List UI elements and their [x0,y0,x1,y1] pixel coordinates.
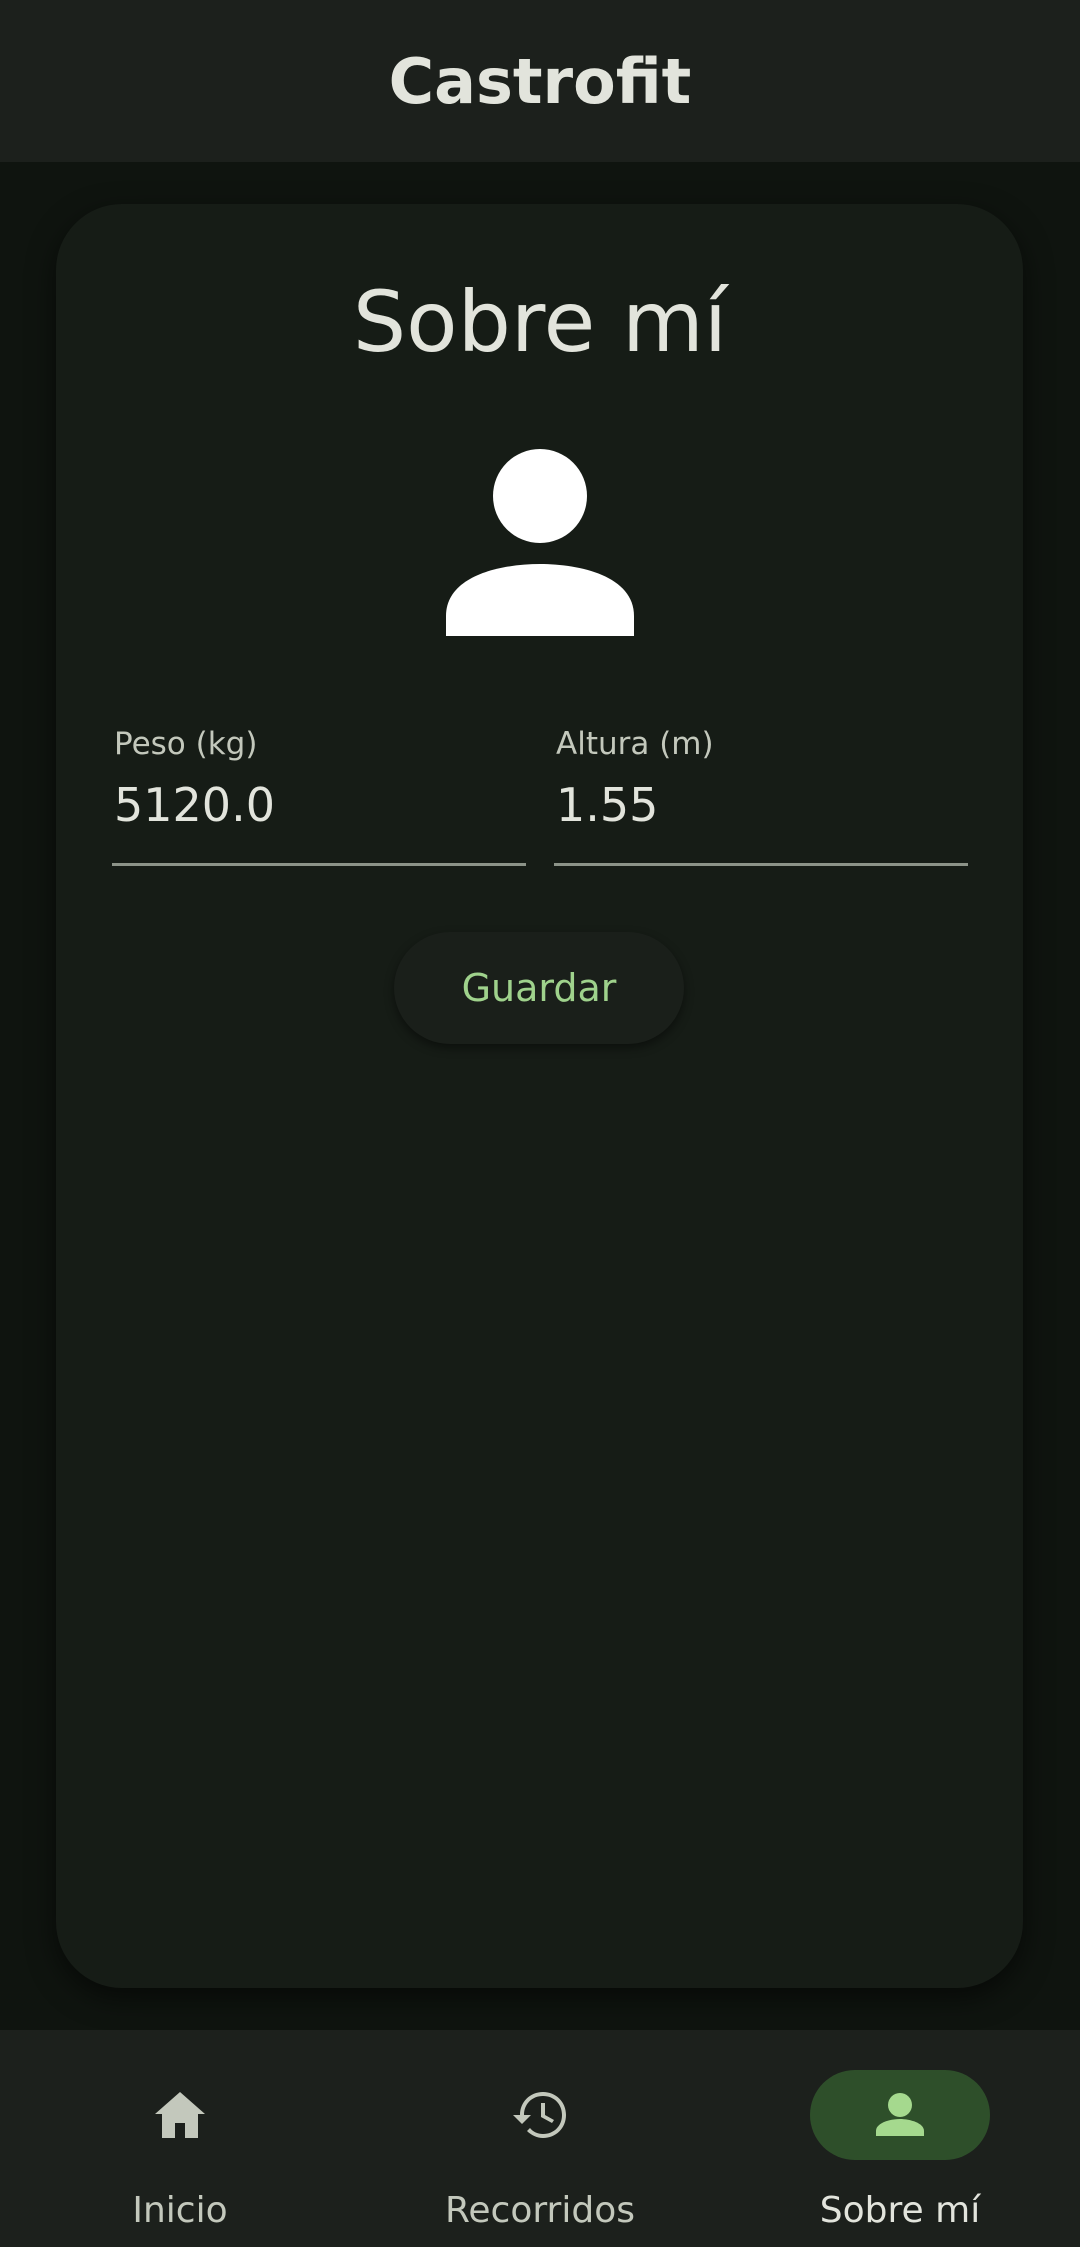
bottom-navigation: Inicio Recorridos Sobre mí [0,2030,1080,2247]
top-app-bar: Castrofit [0,0,1080,162]
person-icon [871,2086,929,2144]
nav-item-sobre-mi[interactable]: Sobre mí [720,2030,1080,2247]
app-title: Castrofit [388,44,692,118]
save-button[interactable]: Guardar [394,932,684,1044]
weight-field-label: Peso (kg) [114,726,258,762]
weight-field-underline [112,863,526,866]
height-field-label: Altura (m) [556,726,714,762]
history-icon [511,2086,569,2144]
nav-label-inicio: Inicio [132,2190,228,2231]
person-icon [440,446,640,646]
weight-input[interactable] [114,778,514,832]
nav-item-inicio[interactable]: Inicio [0,2030,360,2247]
height-field[interactable]: Altura (m) [554,722,968,866]
home-icon [151,2086,209,2144]
nav-label-sobre-mi: Sobre mí [819,2190,981,2231]
height-input[interactable] [556,778,956,832]
page-title: Sobre mí [352,273,728,371]
nav-label-recorridos: Recorridos [445,2190,635,2231]
nav-item-recorridos[interactable]: Recorridos [360,2030,720,2247]
height-field-underline [554,863,968,866]
weight-field[interactable]: Peso (kg) [112,722,526,866]
